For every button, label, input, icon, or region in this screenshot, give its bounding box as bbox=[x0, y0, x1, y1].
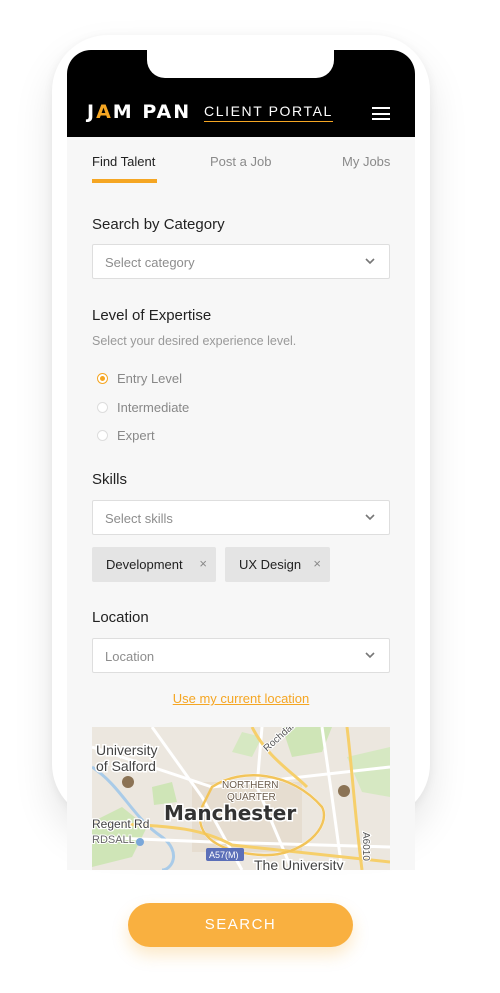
hamburger-icon[interactable] bbox=[372, 107, 390, 120]
radio-label: Intermediate bbox=[117, 400, 190, 415]
map-label-university: University bbox=[96, 742, 157, 758]
category-label: Search by Category bbox=[92, 216, 225, 233]
top-bar: JAM PAN CLIENT PORTAL bbox=[67, 50, 415, 137]
location-label: Location bbox=[92, 609, 149, 626]
search-button[interactable]: SEARCH bbox=[128, 903, 353, 947]
chevron-down-icon bbox=[365, 652, 375, 659]
location-select[interactable]: Location bbox=[92, 638, 390, 673]
chevron-down-icon bbox=[365, 514, 375, 521]
location-map[interactable]: University of Salford Rochdale NORTHERN … bbox=[92, 727, 390, 870]
skills-select[interactable]: Select skills bbox=[92, 500, 390, 535]
tab-post-a-job[interactable]: Post a Job bbox=[210, 154, 271, 169]
radio-label: Expert bbox=[117, 428, 155, 443]
skills-label: Skills bbox=[92, 471, 128, 488]
chip-label: Development bbox=[106, 557, 183, 572]
map-label-northern: NORTHERN bbox=[222, 780, 278, 791]
expertise-label: Level of Expertise bbox=[92, 307, 212, 324]
poi-icon bbox=[338, 785, 350, 797]
brand-letters-left: J bbox=[87, 101, 97, 123]
radio-label: Entry Level bbox=[117, 371, 183, 386]
chip-label: UX Design bbox=[239, 557, 302, 572]
chevron-down-icon bbox=[365, 258, 375, 265]
phone-notch bbox=[147, 50, 334, 78]
skills-placeholder: Select skills bbox=[105, 511, 173, 526]
brand-letter-accent: A bbox=[96, 101, 113, 123]
category-placeholder: Select category bbox=[105, 255, 195, 270]
tab-find-talent[interactable]: Find Talent bbox=[92, 154, 155, 169]
tab-my-jobs[interactable]: My Jobs bbox=[342, 154, 390, 169]
expertise-helper: Select your desired experience level. bbox=[92, 334, 297, 348]
category-select[interactable]: Select category bbox=[92, 244, 390, 279]
map-label-a6010: A6010 bbox=[360, 832, 371, 861]
brand-letters-right: M PAN bbox=[112, 101, 192, 123]
active-tab-indicator bbox=[92, 179, 157, 183]
use-current-location-link[interactable]: Use my current location bbox=[67, 691, 415, 706]
map-label-a57m: A57(M) bbox=[209, 850, 239, 860]
skill-chip-ux-design: UX Design × bbox=[225, 547, 330, 582]
map-label-ordsall: RDSALL bbox=[92, 834, 135, 846]
radio-selected-icon bbox=[97, 373, 108, 384]
map-canvas: University of Salford Rochdale NORTHERN … bbox=[92, 727, 390, 870]
radio-unselected-icon bbox=[97, 430, 108, 441]
remove-chip-icon[interactable]: × bbox=[313, 556, 321, 571]
app-screen: JAM PAN CLIENT PORTAL Find Talent Post a… bbox=[67, 50, 415, 870]
poi-icon bbox=[136, 838, 144, 846]
map-label-salford: of Salford bbox=[96, 758, 156, 774]
map-label-the-university: The University bbox=[254, 857, 343, 870]
skill-chip-development: Development × bbox=[92, 547, 216, 582]
remove-chip-icon[interactable]: × bbox=[199, 556, 207, 571]
brand-logo[interactable]: JAM PAN bbox=[87, 101, 191, 123]
map-label-manchester: Manchester bbox=[164, 801, 296, 825]
poi-university-icon bbox=[122, 776, 134, 788]
tab-bar: Find Talent Post a Job My Jobs bbox=[67, 150, 415, 184]
portal-title: CLIENT PORTAL bbox=[204, 103, 333, 122]
radio-unselected-icon bbox=[97, 402, 108, 413]
location-placeholder: Location bbox=[105, 649, 155, 664]
map-label-regent-rd: Regent Rd bbox=[92, 817, 149, 831]
